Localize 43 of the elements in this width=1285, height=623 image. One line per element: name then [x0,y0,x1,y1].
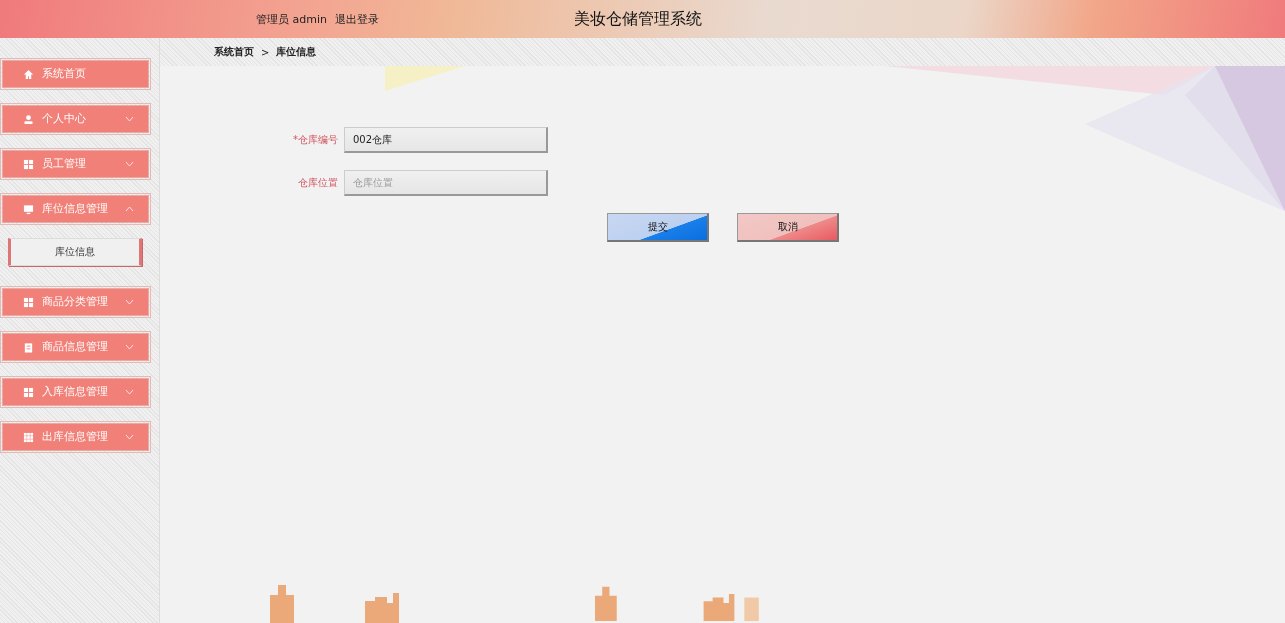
menu-label: 员工管理 [42,157,87,171]
grid-icon [23,158,34,170]
app-title: 美妆仓储管理系统 [573,8,702,30]
home-icon [23,68,34,80]
breadcrumb-separator: > [261,46,270,58]
menu-item[interactable]: 员工管理 [2,150,149,178]
menu-item[interactable]: 出库信息管理 [2,423,149,451]
menu-item[interactable]: 入库信息管理 [2,378,149,406]
breadcrumb-link[interactable]: 系统首页 [214,45,254,59]
menu-item[interactable]: 系统首页 [2,60,149,88]
menu-item[interactable]: 商品信息管理 [2,333,149,361]
logout-link[interactable]: 退出登录 [334,11,379,27]
cancel-button[interactable]: 取消 [737,213,839,242]
monitor-icon [23,203,34,215]
menu-label: 出库信息管理 [42,430,109,444]
input-field[interactable]: 仓库位置 [344,170,548,196]
chevron-down-icon [125,161,134,167]
menu-label: 入库信息管理 [42,385,109,399]
menu-item[interactable]: 商品分类管理 [2,288,149,316]
submit-button[interactable]: 提交 [607,213,709,242]
menu-item[interactable]: 库位信息管理 [2,195,149,223]
chevron-down-icon [125,299,134,305]
menu-label: 商品分类管理 [42,295,109,309]
chevron-down-icon [125,389,134,395]
menu-label: 系统首页 [42,67,87,81]
chevron-down-icon [125,116,134,122]
menu-label: 库位信息管理 [42,202,109,216]
input-field[interactable]: 002仓库 [344,127,548,153]
grid-icon [23,296,34,308]
menu-item[interactable]: 个人中心 [2,105,149,133]
menu-label: 商品信息管理 [42,340,109,354]
user-icon [23,113,34,125]
chevron-down-icon [125,434,134,440]
breadcrumb-link[interactable]: 库位信息 [276,45,317,59]
menu-label: 个人中心 [42,112,87,126]
submenu-item[interactable]: 库位信息 [8,238,142,266]
chevron-down-icon [125,344,134,350]
chevron-up-icon [125,206,134,212]
user-label: 管理员 admin [256,11,327,27]
grid-icon [23,386,34,398]
field-label: 仓库位置 [297,176,338,190]
field-label: *仓库编号 [292,133,338,147]
table-icon [23,431,34,443]
